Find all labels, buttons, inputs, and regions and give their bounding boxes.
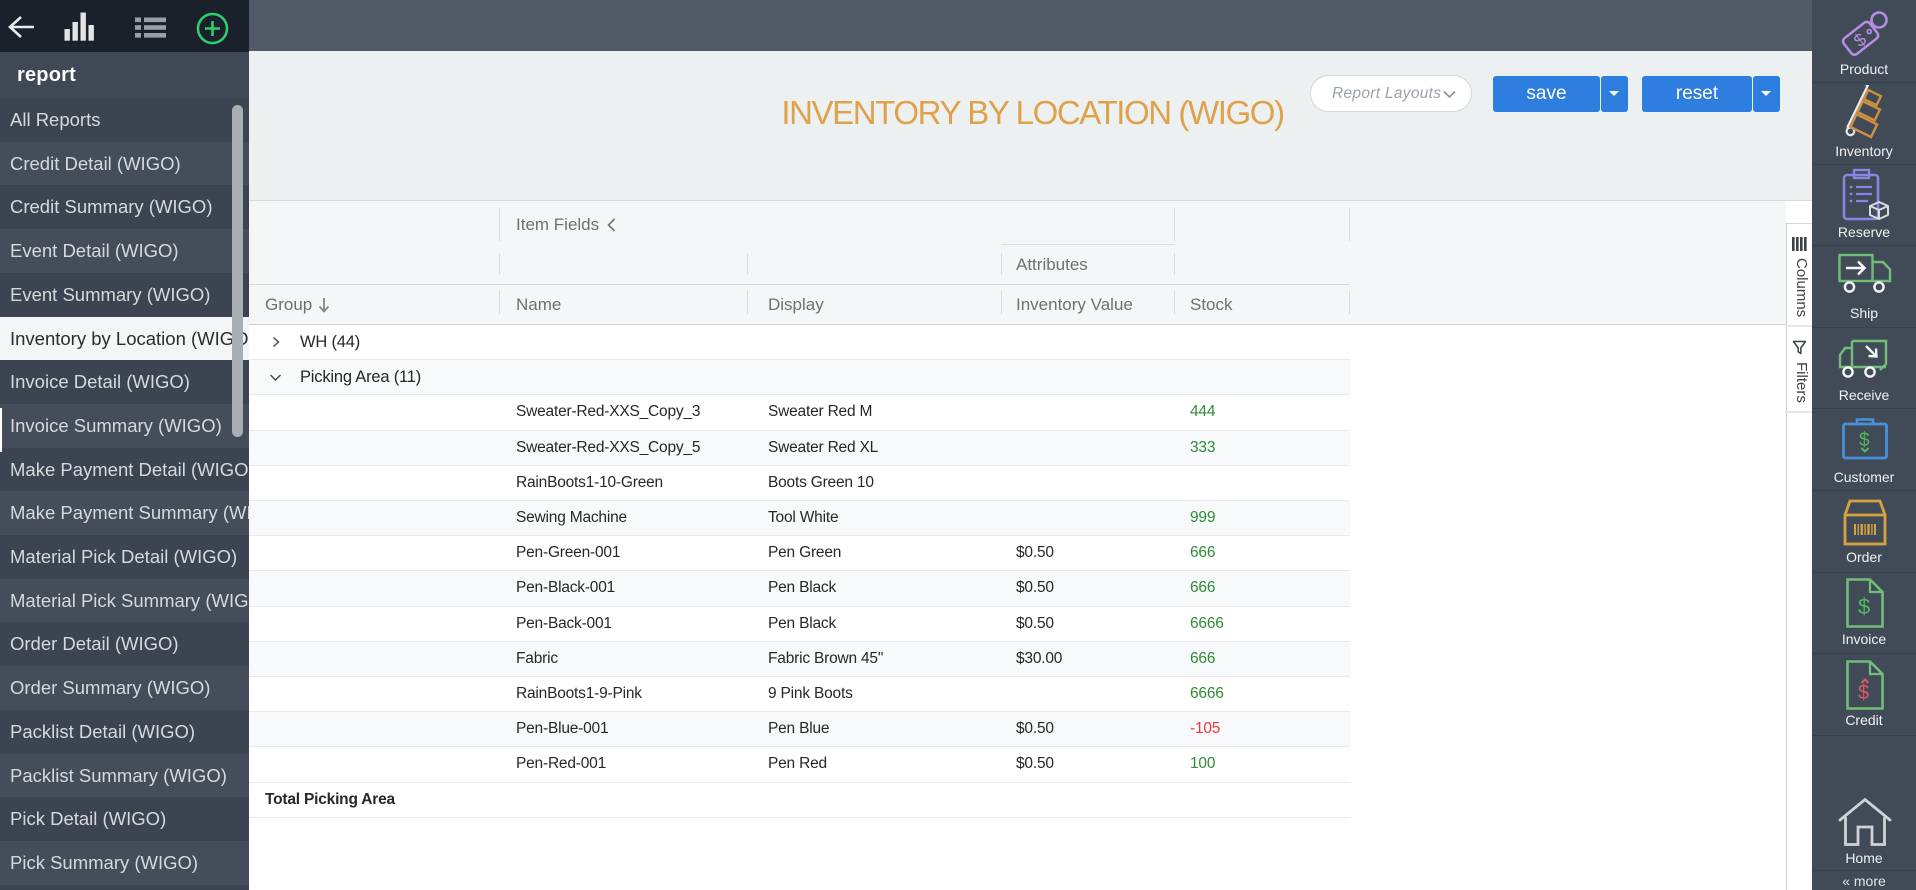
svg-text:$: $ — [1858, 682, 1869, 704]
svg-text:$: $ — [1858, 594, 1870, 619]
